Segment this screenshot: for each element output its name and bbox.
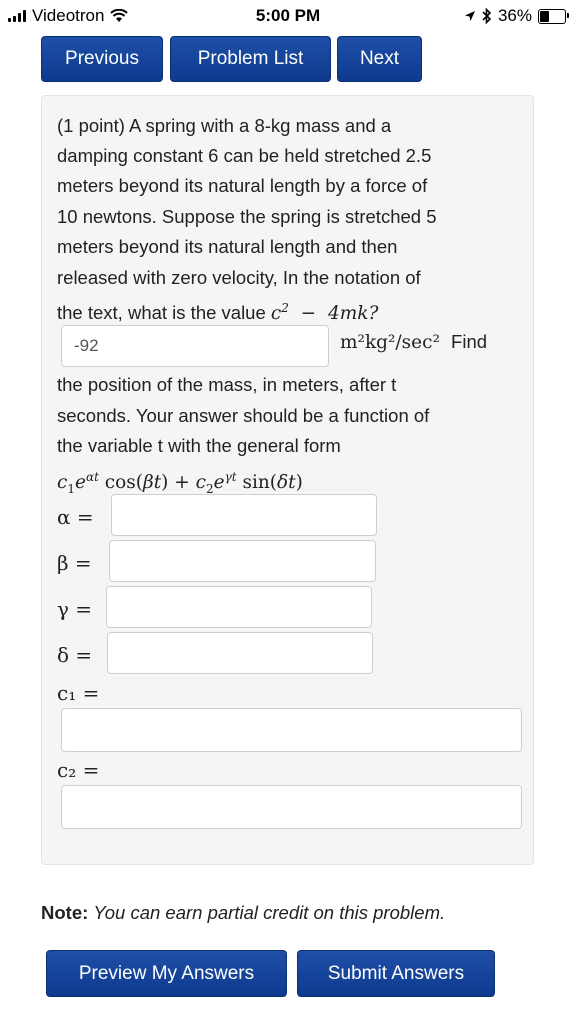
beta-input[interactable] — [109, 540, 376, 582]
status-right: 36% — [464, 6, 569, 26]
bluetooth-icon — [482, 8, 492, 24]
delta-input[interactable] — [107, 632, 373, 674]
problem-line-6: released with zero velocity, In the nota… — [57, 267, 421, 288]
find-label: Find — [451, 331, 488, 352]
gamma-input[interactable] — [106, 586, 372, 628]
c2-input[interactable] — [61, 785, 522, 829]
problem-list-button[interactable]: Problem List — [170, 36, 331, 82]
problem-line-8: the position of the mass, in meters, aft… — [57, 374, 397, 395]
problem-line-1: (1 point) A spring with a 8-kg mass and … — [57, 115, 392, 136]
location-icon — [464, 11, 475, 21]
beta-label: β = — [57, 551, 92, 575]
units-label: m²kg²/sec² — [340, 332, 440, 353]
partial-credit-note: Note: You can earn partial credit on thi… — [41, 902, 445, 924]
units-row: m²kg²/sec² Find — [340, 331, 487, 353]
problem-line-9: seconds. Your answer should be a functio… — [57, 405, 430, 426]
alpha-label: α = — [57, 505, 94, 529]
battery-percent: 36% — [497, 6, 532, 25]
status-bar: Videotron 5:00 PM 36% — [0, 0, 576, 32]
preview-answers-button[interactable]: Preview My Answers — [46, 950, 287, 997]
note-bold: Note: — [41, 902, 89, 923]
c1-label: c₁ = — [57, 681, 100, 705]
submit-answers-button[interactable]: Submit Answers — [297, 950, 495, 997]
previous-button[interactable]: Previous — [41, 36, 163, 82]
gamma-label: γ = — [57, 597, 93, 621]
problem-line-2: damping constant 6 can be held stretched… — [57, 145, 432, 166]
c1-input[interactable] — [61, 708, 522, 752]
discriminant-input[interactable] — [61, 325, 329, 367]
problem-line-10: the variable t with the general form — [57, 435, 341, 456]
c2-label: c₂ = — [57, 758, 100, 782]
next-button[interactable]: Next — [337, 36, 422, 82]
alpha-input[interactable] — [111, 494, 377, 536]
battery-fill — [540, 10, 549, 22]
note-text: You can earn partial credit on this prob… — [93, 902, 446, 923]
discriminant-expression: c2 − 4mk? — [270, 301, 379, 325]
battery-icon — [538, 8, 569, 24]
problem-line-3: meters beyond its natural length by a fo… — [57, 175, 428, 196]
problem-line-4: 10 newtons. Suppose the spring is stretc… — [57, 206, 437, 227]
problem-line-5: meters beyond its natural length and the… — [57, 236, 398, 257]
problem-line-7-text: the text, what is the value — [57, 302, 266, 324]
delta-label: δ = — [57, 643, 93, 667]
